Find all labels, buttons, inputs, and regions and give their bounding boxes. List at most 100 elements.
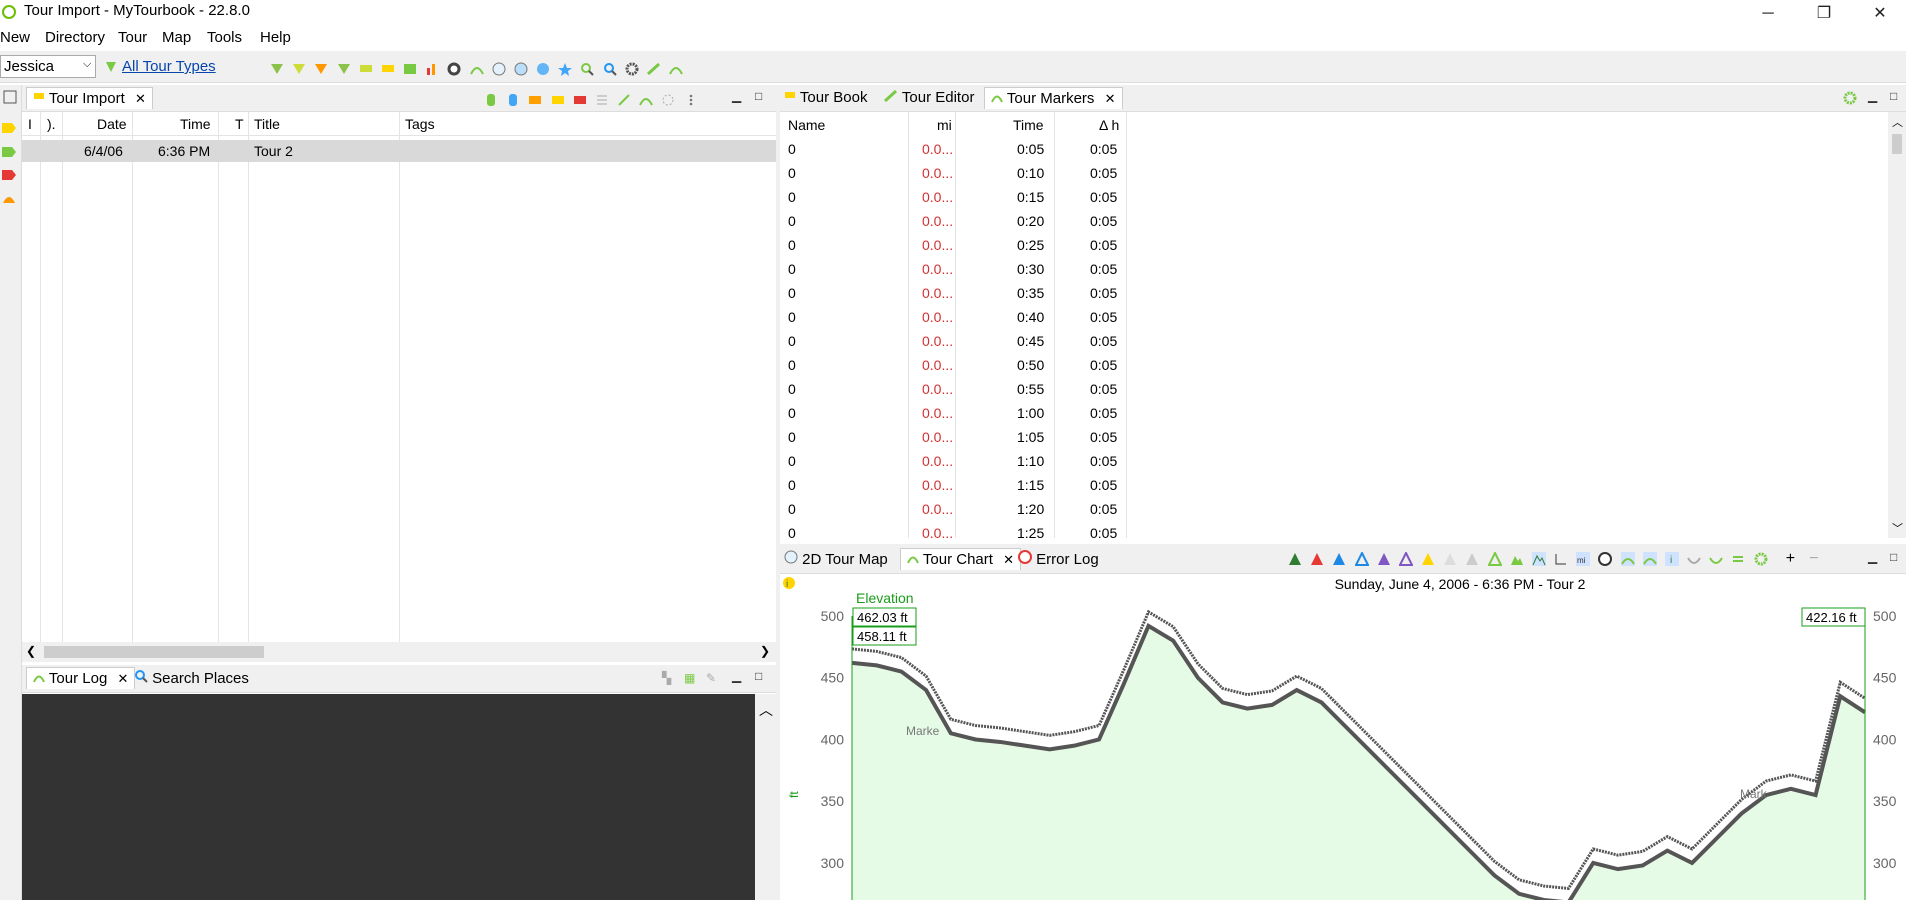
close-icon[interactable]: ✕: [135, 91, 146, 106]
col-header-time[interactable]: Time: [180, 116, 211, 132]
vertical-scrollbar[interactable]: ︿: [755, 694, 776, 900]
tab-tour-log[interactable]: Tour Log ✕: [26, 667, 136, 689]
tool-icon[interactable]: [646, 62, 661, 76]
map-icon[interactable]: [514, 62, 528, 76]
table-row[interactable]: 0 0.0... 0:30 0:05: [780, 258, 1888, 280]
scroll-down-icon[interactable]: ﹀: [1892, 520, 1903, 536]
tab-tour-import[interactable]: Tour Import ✕: [26, 87, 153, 109]
menu-directory[interactable]: Directory: [45, 24, 105, 46]
import-icon[interactable]: [3, 90, 17, 104]
chart-icon[interactable]: [2, 191, 16, 205]
scroll-thumb[interactable]: [44, 646, 264, 658]
zoom-in-icon[interactable]: +: [1786, 550, 1795, 567]
triangle-icon[interactable]: [1354, 552, 1369, 567]
database-icon[interactable]: [484, 93, 498, 107]
tab-search-places[interactable]: Search Places: [134, 669, 249, 687]
more-icon[interactable]: [684, 93, 698, 107]
minimize-panel-button[interactable]: ▁: [1868, 550, 1877, 564]
filter-icon[interactable]: [314, 62, 328, 76]
triangle-icon[interactable]: [1465, 552, 1479, 566]
menu-help[interactable]: Help: [260, 24, 291, 46]
delete-icon[interactable]: [573, 93, 587, 107]
flag-icon[interactable]: [359, 62, 373, 76]
close-icon[interactable]: ✕: [117, 671, 128, 686]
maximize-panel-button[interactable]: □: [1890, 89, 1897, 103]
minimize-panel-button[interactable]: ▁: [732, 89, 741, 103]
col-header-time[interactable]: Time: [1013, 117, 1044, 133]
close-icon[interactable]: ✕: [1003, 552, 1014, 567]
scroll-left-icon[interactable]: ❮: [26, 644, 36, 658]
triangle-icon[interactable]: [1398, 552, 1413, 567]
menu-tour[interactable]: Tour: [118, 24, 147, 46]
maximize-panel-button[interactable]: □: [1890, 550, 1897, 564]
list-icon[interactable]: [595, 93, 609, 107]
col-header-name[interactable]: Name: [788, 117, 825, 133]
col-header-date[interactable]: Date: [97, 116, 127, 132]
info-icon[interactable]: i: [1664, 552, 1679, 567]
time-icon[interactable]: [1598, 552, 1613, 567]
table-row[interactable]: 0 0.0... 0:55 0:05: [780, 378, 1888, 400]
chart-icon[interactable]: [1709, 552, 1724, 566]
filter-icon[interactable]: [292, 62, 306, 76]
triangle-icon[interactable]: [1443, 552, 1457, 566]
triangle-icon[interactable]: [1332, 552, 1346, 566]
table-row[interactable]: 0 0.0... 0:10 0:05: [780, 162, 1888, 184]
tab-2d-tour-map[interactable]: 2D Tour Map: [784, 550, 888, 568]
col-header-dh[interactable]: Δ h: [1099, 117, 1119, 133]
bar-chart-icon[interactable]: [425, 62, 439, 76]
database-icon[interactable]: [506, 93, 520, 107]
chart-icon[interactable]: [639, 93, 654, 107]
table-row[interactable]: 0 0.0... 1:00 0:05: [780, 402, 1888, 424]
table-row[interactable]: 0 0.0... 0:45 0:05: [780, 330, 1888, 352]
table-row[interactable]: 0 0.0... 1:05 0:05: [780, 426, 1888, 448]
table-row[interactable]: 0 0.0... 1:15 0:05: [780, 474, 1888, 496]
table-row[interactable]: 0 0.0... 1:20 0:05: [780, 498, 1888, 520]
menu-map[interactable]: Map: [162, 24, 191, 46]
table-row[interactable]: 0 0.0... 1:10 0:05: [780, 450, 1888, 472]
chart-icon[interactable]: [1687, 552, 1701, 566]
gear-icon[interactable]: [1754, 552, 1768, 566]
chart-icon[interactable]: [1620, 552, 1635, 567]
col-header-i[interactable]: I: [28, 116, 32, 132]
table-row[interactable]: 0 0.0... 0:40 0:05: [780, 306, 1888, 328]
filter-icon[interactable]: [337, 62, 351, 76]
triangle-icon[interactable]: [1487, 552, 1502, 567]
mountain-icon[interactable]: [1531, 552, 1546, 567]
distance-icon[interactable]: mi: [1576, 552, 1591, 567]
table-row[interactable]: 0 0.0... 0:15 0:05: [780, 186, 1888, 208]
mountain-icon[interactable]: [1510, 552, 1524, 566]
tag-icon[interactable]: [2, 121, 16, 135]
loading-icon[interactable]: [661, 93, 675, 107]
table-row[interactable]: 0 0.0... 1:25 0:05: [780, 522, 1888, 538]
layers-icon[interactable]: [1731, 552, 1745, 566]
search-icon[interactable]: [603, 62, 617, 76]
gear-icon[interactable]: [625, 62, 639, 76]
tab-tour-chart[interactable]: Tour Chart ✕: [900, 548, 1022, 570]
triangle-icon[interactable]: [1377, 552, 1391, 566]
tab-tour-book[interactable]: Tour Book: [784, 89, 867, 106]
chart-icon[interactable]: [469, 62, 484, 76]
horizontal-scrollbar[interactable]: ❮ ❯: [22, 642, 776, 662]
triangle-icon[interactable]: [1421, 552, 1435, 566]
tab-tour-markers[interactable]: Tour Markers ✕: [984, 87, 1123, 109]
calendar-icon[interactable]: [403, 62, 417, 76]
chart-icon[interactable]: [669, 62, 683, 76]
vertical-scrollbar[interactable]: ︿ ﹀: [1888, 112, 1906, 538]
close-icon[interactable]: ✕: [1105, 91, 1116, 106]
triangle-icon[interactable]: [1310, 552, 1324, 566]
col-header-mi[interactable]: mi: [937, 117, 952, 133]
table-row[interactable]: 0 0.0... 0:50 0:05: [780, 354, 1888, 376]
menu-tools[interactable]: Tools: [207, 24, 242, 46]
import-icon[interactable]: [551, 93, 565, 107]
elevation-chart[interactable]: 300 350 400 450 500 300 350 400 450 500 i Sunday…: [780, 574, 1906, 904]
tab-error-log[interactable]: Error Log: [1018, 550, 1099, 568]
axis-icon[interactable]: [1554, 552, 1568, 566]
brush-icon[interactable]: ✎: [706, 671, 716, 685]
scroll-up-icon[interactable]: ︿: [1892, 114, 1903, 130]
person-select[interactable]: Jessica ⌵: [0, 55, 96, 78]
chart-icon[interactable]: [1642, 552, 1657, 567]
col-header-tags[interactable]: Tags: [405, 116, 435, 132]
star-icon[interactable]: [558, 62, 573, 77]
gear-icon[interactable]: [1843, 91, 1857, 105]
col-header-title[interactable]: Title: [254, 116, 280, 132]
